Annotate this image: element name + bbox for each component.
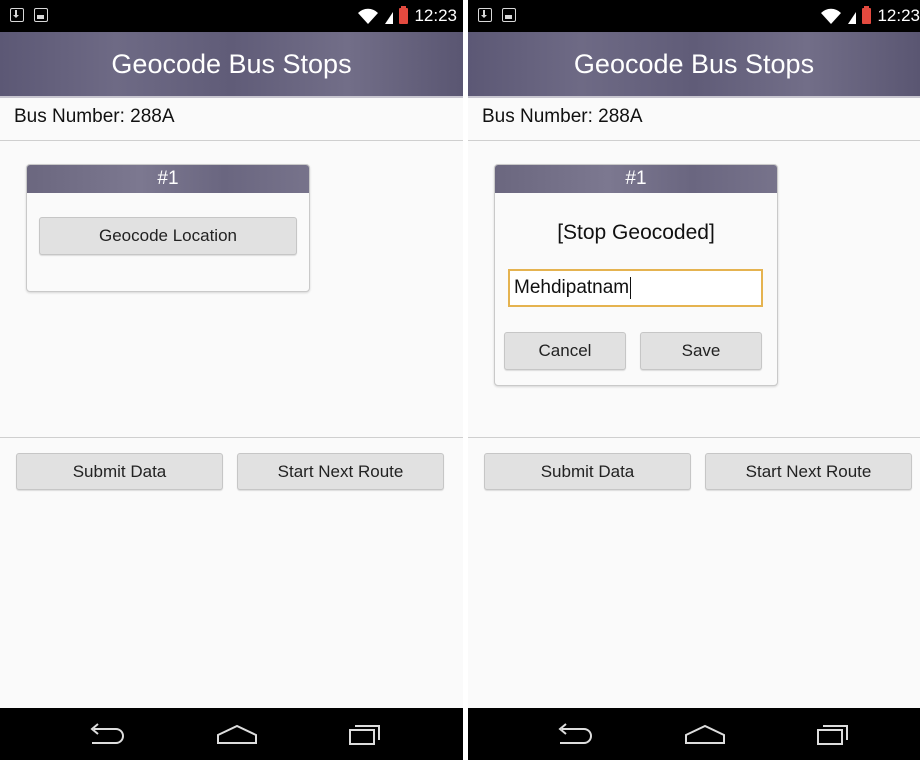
- back-icon[interactable]: [84, 722, 124, 746]
- stop-card: #1 Geocode Location: [26, 164, 310, 292]
- stop-name-input[interactable]: Mehdipatnam: [508, 269, 763, 307]
- stop-card: #1 [Stop Geocoded] Mehdipatnam Cancel Sa…: [494, 164, 778, 386]
- app-title: Geocode Bus Stops: [111, 48, 352, 79]
- divider: [468, 437, 920, 438]
- app-title: Geocode Bus Stops: [573, 48, 815, 79]
- stop-card-header: #1: [495, 165, 777, 193]
- submit-data-button[interactable]: Submit Data: [484, 453, 691, 490]
- status-time: 12:23: [414, 6, 457, 25]
- wifi-icon: [358, 8, 379, 24]
- geocode-location-button[interactable]: Geocode Location: [39, 217, 297, 255]
- wifi-icon: [821, 8, 842, 24]
- phone-screen-right: 12:23 Geocode Bus Stops Bus Number: 288A…: [468, 0, 920, 760]
- phone-screen-left: 12:23 Geocode Bus Stops Bus Number: 288A…: [0, 0, 463, 760]
- recents-icon[interactable]: [816, 722, 850, 746]
- signal-icon: [385, 12, 394, 24]
- status-bar: 12:23: [0, 0, 463, 32]
- status-time: 12:23: [877, 6, 920, 25]
- bus-number-label: Bus Number: 288A: [14, 106, 175, 127]
- start-next-route-button[interactable]: Start Next Route: [705, 453, 912, 490]
- stop-name-value: Mehdipatnam: [514, 277, 630, 298]
- cancel-button[interactable]: Cancel: [504, 332, 626, 370]
- home-icon[interactable]: [682, 722, 728, 746]
- navigation-bar: [468, 708, 920, 760]
- divider: [0, 437, 463, 438]
- start-next-route-button[interactable]: Start Next Route: [237, 453, 444, 490]
- download-notification-icon: [10, 8, 24, 22]
- image-notification-icon: [502, 8, 516, 22]
- battery-icon: [399, 6, 409, 24]
- download-notification-icon: [478, 8, 492, 22]
- home-icon[interactable]: [214, 722, 260, 746]
- battery-icon: [862, 6, 872, 24]
- divider: [468, 140, 920, 141]
- save-button[interactable]: Save: [640, 332, 762, 370]
- divider: [0, 140, 463, 141]
- app-title-bar: Geocode Bus Stops: [0, 32, 463, 98]
- recents-icon[interactable]: [348, 722, 382, 746]
- bus-number-label: Bus Number: 288A: [482, 106, 643, 127]
- text-caret: [630, 277, 632, 299]
- back-icon[interactable]: [552, 722, 592, 746]
- app-title-bar: Geocode Bus Stops: [468, 32, 920, 98]
- navigation-bar: [0, 708, 463, 760]
- signal-icon: [848, 12, 857, 24]
- image-notification-icon: [34, 8, 48, 22]
- stop-status-text: [Stop Geocoded]: [557, 221, 715, 244]
- stop-card-header: #1: [27, 165, 309, 193]
- submit-data-button[interactable]: Submit Data: [16, 453, 223, 490]
- status-bar: 12:23: [468, 0, 920, 32]
